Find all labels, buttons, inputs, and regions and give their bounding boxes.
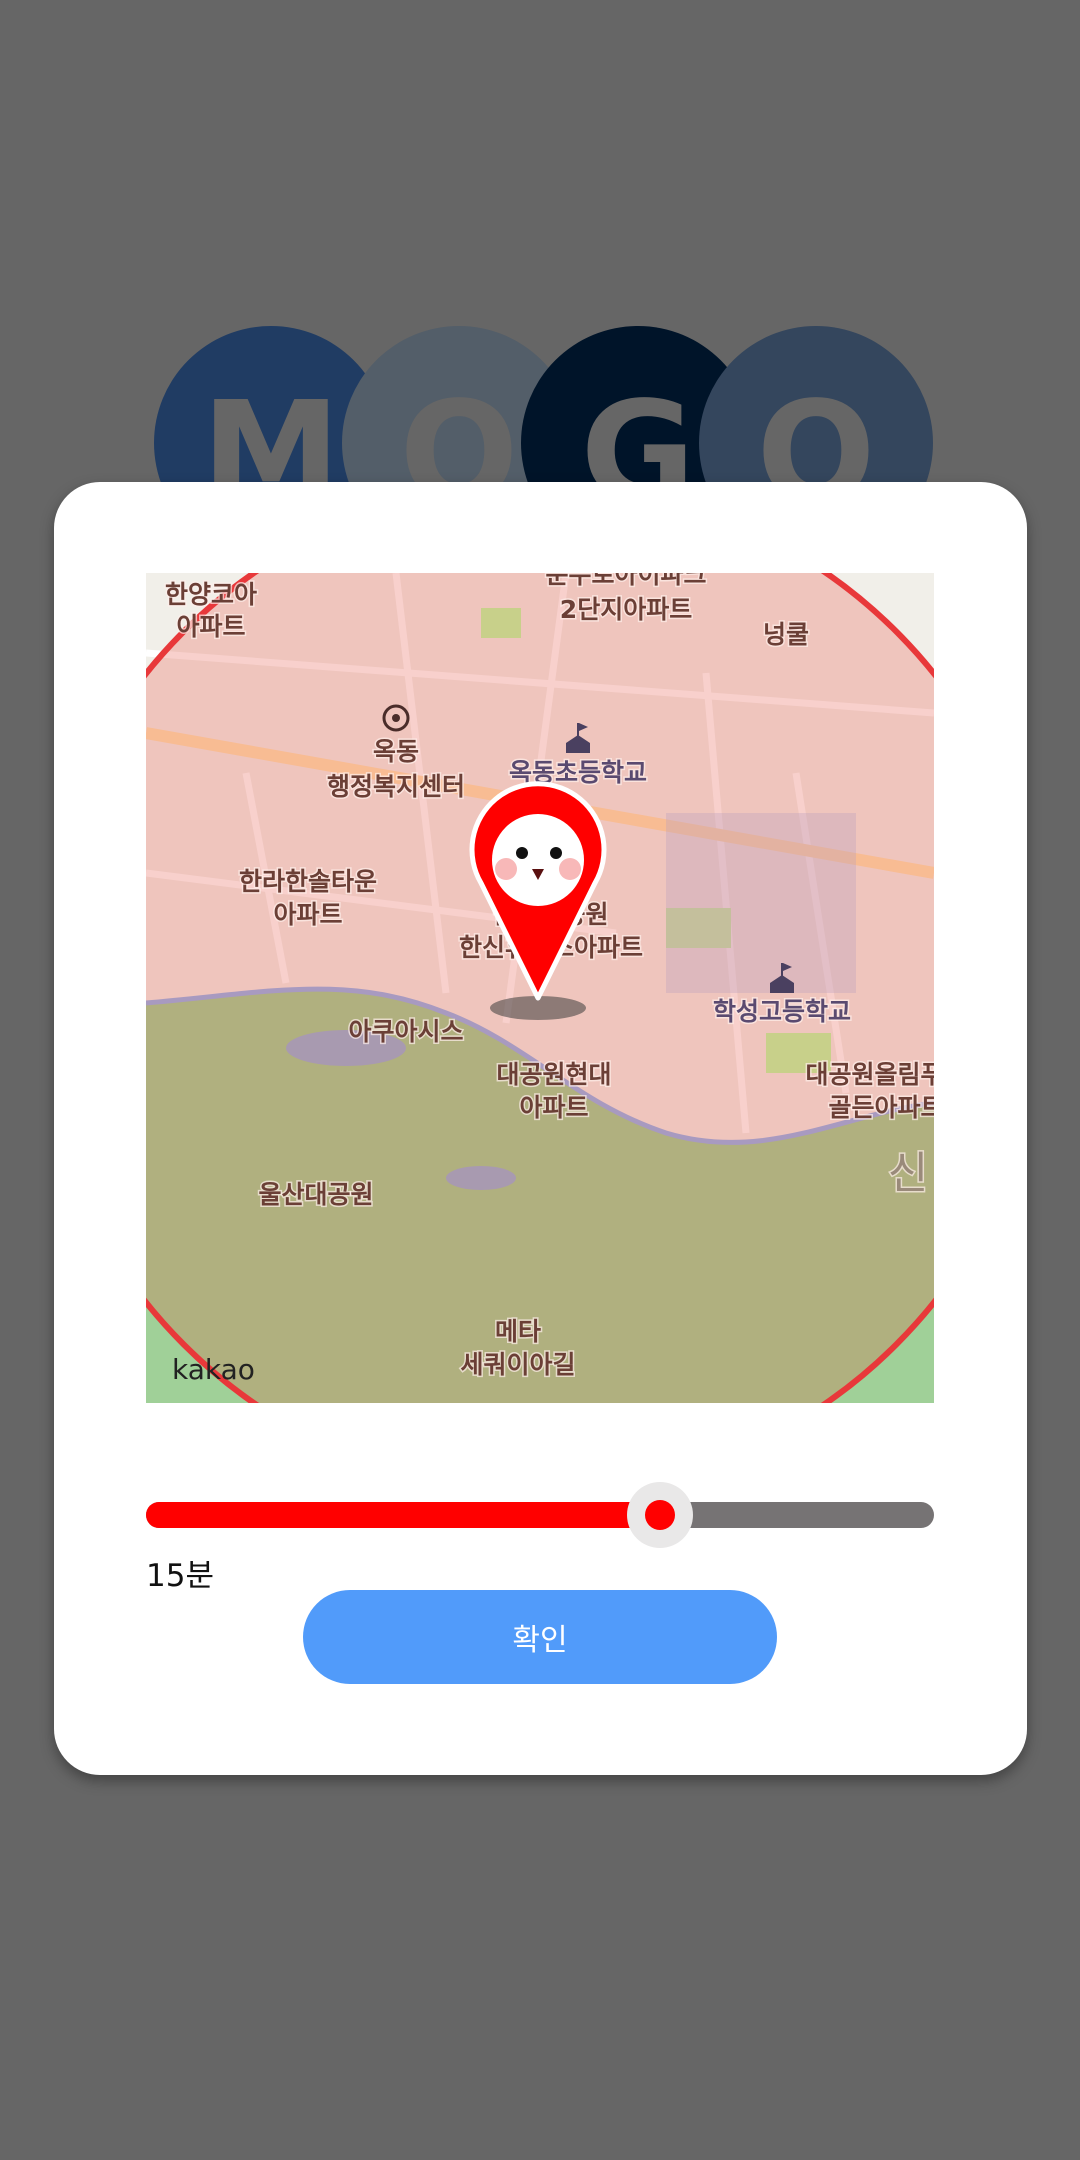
slider-fill [146,1502,660,1528]
kakao-attribution: kakao [172,1353,255,1386]
confirm-button[interactable]: 확인 [303,1590,777,1684]
map-label: 한라한솔타운 [239,867,377,896]
time-value-label: 15분 [146,1558,214,1594]
map-label: 대공원올림푸스 [805,1060,934,1089]
map-label: 2단지아파트 [560,595,692,624]
map-label: 아파트 [176,612,245,641]
map-label: 골든아파트 [828,1093,934,1122]
map-label: 분수로아이파크 [545,573,706,589]
map-label: 대공원현대 [496,1060,611,1089]
map-label: 아파트 [273,900,342,929]
map-label: 아파트 [519,1093,588,1122]
map-label: 한양코아 [165,580,257,609]
map-label: 아쿠아시스 [348,1017,463,1046]
radius-dialog: 한양코아 아파트 분수로아이파크 2단지아파트 넝쿨 옥동 행정복지센터 옥동초… [54,482,1027,1775]
map-label: 울산대공원 [258,1180,373,1209]
slider-thumb[interactable] [626,1482,693,1548]
pond [446,1166,516,1190]
map-view[interactable]: 한양코아 아파트 분수로아이파크 2단지아파트 넝쿨 옥동 행정복지센터 옥동초… [146,573,934,1403]
sports-field [481,608,521,638]
map-label: 세쿼이아길 [460,1350,575,1379]
map-label: 넝쿨 [763,620,809,649]
mogo-logo: M O G O [0,0,1080,560]
map-label: 메타 [495,1317,541,1346]
map-label: 신 [888,1148,928,1199]
map-label: 옥동 [373,737,419,766]
time-slider[interactable] [146,1482,934,1548]
map-label: 학성고등학교 [713,997,851,1026]
map-label: 행정복지센터 [327,772,465,801]
